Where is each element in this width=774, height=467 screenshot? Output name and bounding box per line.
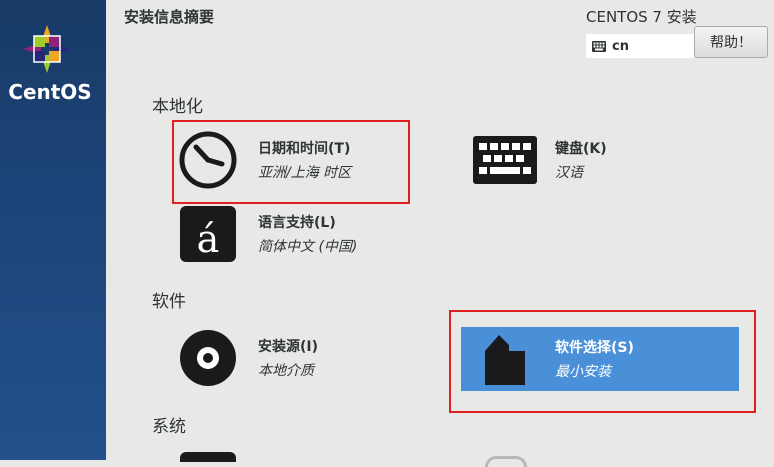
category-system: 系统 xyxy=(152,417,186,437)
help-button[interactable]: 帮助！ xyxy=(694,26,768,58)
spoke-source-status: 本地介质 xyxy=(258,363,314,379)
product-title: CENTOS 7 安装 xyxy=(586,8,697,26)
disc-icon xyxy=(178,328,238,388)
spoke-language-label: 语言支持(L) xyxy=(258,215,336,231)
keyboard-layout-indicator[interactable]: cn xyxy=(586,34,694,58)
spoke-keyboard-status: 汉语 xyxy=(555,165,583,181)
keyboard-icon xyxy=(473,134,537,186)
category-localization: 本地化 xyxy=(152,97,203,117)
installation-destination-icon xyxy=(180,452,236,462)
keyboard-icon xyxy=(592,40,606,52)
spoke-keyboard-label: 键盘(K) xyxy=(555,141,607,157)
language-icon: á xyxy=(178,204,238,264)
annotation-box-software-selection xyxy=(449,310,756,413)
spoke-language[interactable]: á 语言支持(L) 简体中文 (中国) xyxy=(178,204,357,264)
annotation-box-datetime xyxy=(172,120,410,204)
spoke-install-source[interactable]: 安装源(I) 本地介质 xyxy=(178,328,318,388)
centos-logo-icon xyxy=(23,25,71,73)
page-title: 安装信息摘要 xyxy=(124,8,215,26)
brand-name: CentOS xyxy=(8,80,92,104)
keyboard-layout-value: cn xyxy=(612,38,629,54)
sidebar: CentOS xyxy=(0,0,106,460)
spoke-keyboard[interactable]: 键盘(K) 汉语 xyxy=(473,134,607,186)
svg-text:á: á xyxy=(197,217,220,261)
spoke-source-label: 安装源(I) xyxy=(258,339,319,355)
network-icon xyxy=(485,456,527,467)
spoke-language-status: 简体中文 (中国) xyxy=(258,239,358,255)
category-software: 软件 xyxy=(152,292,186,312)
